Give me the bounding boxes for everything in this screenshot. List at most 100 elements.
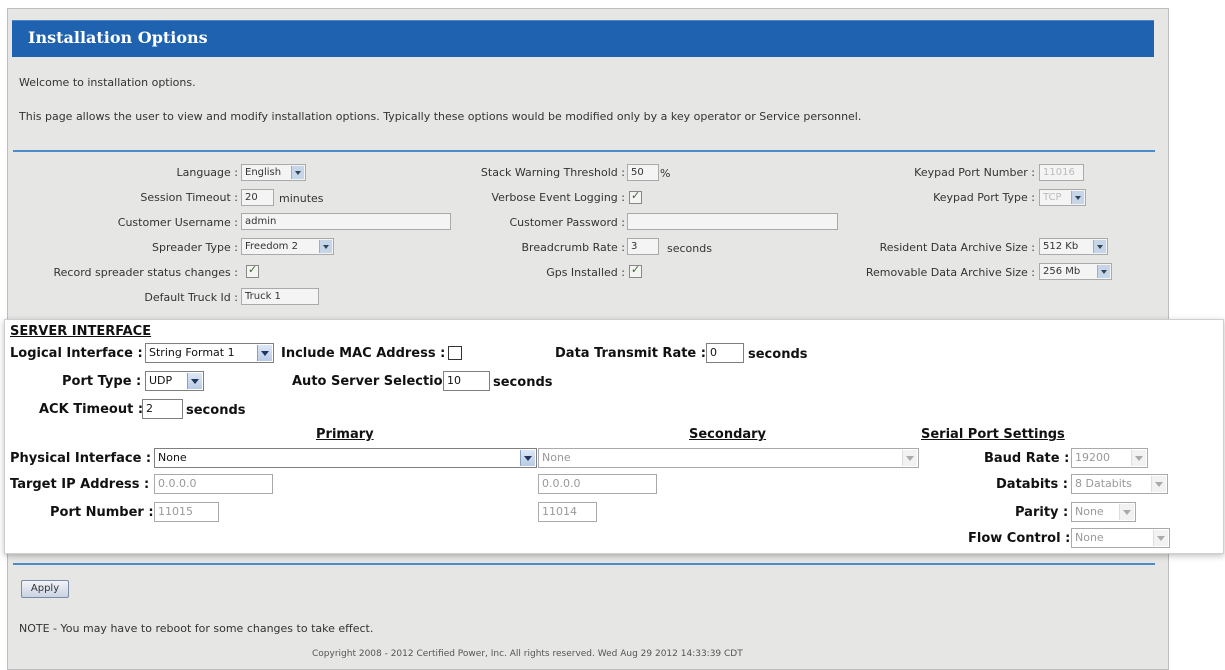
reboot-note: NOTE - You may have to reboot for some c… bbox=[19, 622, 374, 635]
include-mac-checkbox[interactable] bbox=[448, 346, 462, 360]
stack-warning-unit: % bbox=[660, 167, 671, 180]
baud-rate-select[interactable]: 19200 bbox=[1071, 448, 1148, 468]
language-select[interactable]: English bbox=[241, 164, 306, 181]
target-ip-label: Target IP Address : bbox=[10, 477, 150, 492]
server-interface-title: SERVER INTERFACE bbox=[10, 324, 152, 339]
port-type-value: UDP bbox=[149, 374, 173, 387]
language-label: Language : bbox=[176, 166, 239, 179]
server-interface-panel: SERVER INTERFACE Logical Interface : Str… bbox=[4, 319, 1224, 554]
gps-installed-label: Gps Installed : bbox=[546, 266, 625, 279]
physical-interface-secondary-value: None bbox=[542, 451, 571, 464]
include-mac-label: Include MAC Address : bbox=[281, 346, 446, 361]
physical-interface-secondary-select[interactable]: None bbox=[538, 448, 919, 468]
record-spreader-label: Record spreader status changes : bbox=[53, 266, 239, 279]
gps-installed-checkbox[interactable] bbox=[629, 263, 642, 278]
ack-timeout-unit: seconds bbox=[186, 403, 246, 418]
keypad-port-number-label: Keypad Port Number : bbox=[914, 166, 1035, 179]
chevron-down-icon bbox=[1097, 265, 1110, 278]
logical-interface-select[interactable]: String Format 1 bbox=[145, 343, 274, 363]
page-header: Installation Options bbox=[12, 20, 1154, 57]
removable-archive-select[interactable]: 256 Mb bbox=[1039, 263, 1112, 280]
auto-server-selection-input[interactable]: 10 bbox=[443, 371, 490, 391]
spreader-type-label: Spreader Type : bbox=[152, 241, 238, 254]
secondary-heading: Secondary bbox=[689, 427, 767, 442]
breadcrumb-rate-input[interactable]: 3 bbox=[627, 238, 659, 255]
resident-archive-label: Resident Data Archive Size : bbox=[879, 241, 1035, 254]
port-number-label: Port Number : bbox=[50, 505, 154, 520]
chevron-down-icon bbox=[1131, 450, 1146, 466]
data-transmit-rate-label: Data Transmit Rate : bbox=[555, 346, 706, 361]
resident-archive-value: 512 Kb bbox=[1043, 241, 1079, 252]
stack-warning-input[interactable]: 50 bbox=[627, 164, 659, 181]
chevron-down-icon bbox=[902, 450, 917, 466]
record-spreader-checkbox[interactable] bbox=[246, 263, 259, 278]
port-number-primary-input[interactable]: 11015 bbox=[154, 502, 219, 522]
databits-select[interactable]: 8 Databits bbox=[1071, 474, 1168, 494]
logical-interface-label: Logical Interface : bbox=[10, 346, 143, 361]
chevron-down-icon bbox=[1093, 240, 1106, 253]
welcome-text: Welcome to installation options. bbox=[19, 76, 196, 89]
description-text: This page allows the user to view and mo… bbox=[19, 110, 862, 123]
chevron-down-icon bbox=[1119, 504, 1134, 520]
parity-label: Parity : bbox=[1015, 505, 1069, 520]
verbose-logging-checkbox[interactable] bbox=[629, 189, 642, 204]
physical-interface-primary-select[interactable]: None bbox=[154, 448, 537, 468]
breadcrumb-rate-label: Breadcrumb Rate : bbox=[521, 241, 625, 254]
chevron-down-icon bbox=[319, 240, 332, 253]
apply-button[interactable]: Apply bbox=[21, 580, 69, 598]
target-ip-secondary-input[interactable]: 0.0.0.0 bbox=[538, 474, 657, 494]
logical-interface-value: String Format 1 bbox=[149, 346, 235, 359]
ack-timeout-input[interactable]: 2 bbox=[142, 399, 183, 419]
port-type-label: Port Type : bbox=[62, 374, 142, 389]
session-timeout-input[interactable]: 20 bbox=[241, 189, 274, 206]
resident-archive-select[interactable]: 512 Kb bbox=[1039, 238, 1108, 255]
primary-heading: Primary bbox=[316, 427, 374, 442]
breadcrumb-rate-unit: seconds bbox=[667, 242, 712, 255]
language-value: English bbox=[245, 167, 282, 178]
flow-control-select[interactable]: None bbox=[1071, 528, 1170, 548]
session-timeout-unit: minutes bbox=[279, 192, 324, 205]
ack-timeout-label: ACK Timeout : bbox=[39, 402, 144, 417]
physical-interface-primary-value: None bbox=[158, 451, 187, 464]
chevron-down-icon bbox=[1153, 530, 1168, 546]
parity-select[interactable]: None bbox=[1071, 502, 1136, 522]
customer-password-label: Customer Password : bbox=[509, 216, 625, 229]
chevron-down-icon bbox=[291, 166, 304, 179]
keypad-port-type-value: TCP bbox=[1043, 192, 1062, 203]
databits-label: Databits : bbox=[996, 477, 1068, 492]
default-truck-id-input[interactable]: Truck 1 bbox=[241, 288, 319, 305]
session-timeout-label: Session Timeout : bbox=[140, 191, 238, 204]
customer-username-input[interactable]: admin bbox=[241, 213, 451, 230]
chevron-down-icon bbox=[257, 345, 272, 361]
physical-interface-label: Physical Interface : bbox=[10, 451, 152, 466]
target-ip-primary-input[interactable]: 0.0.0.0 bbox=[154, 474, 273, 494]
serial-port-settings-heading: Serial Port Settings bbox=[921, 427, 1065, 442]
data-transmit-rate-input[interactable]: 0 bbox=[706, 343, 744, 363]
stack-warning-label: Stack Warning Threshold : bbox=[480, 166, 625, 179]
keypad-port-number-input[interactable]: 11016 bbox=[1039, 164, 1084, 181]
parity-value: None bbox=[1075, 505, 1104, 518]
chevron-down-icon bbox=[520, 450, 535, 466]
data-transmit-rate-unit: seconds bbox=[748, 347, 808, 362]
baud-rate-label: Baud Rate : bbox=[984, 451, 1070, 466]
keypad-port-type-select[interactable]: TCP bbox=[1039, 189, 1086, 206]
port-type-select[interactable]: UDP bbox=[145, 371, 204, 391]
spreader-type-select[interactable]: Freedom 2 bbox=[241, 238, 334, 255]
chevron-down-icon bbox=[1151, 476, 1166, 492]
chevron-down-icon bbox=[1071, 191, 1084, 204]
chevron-down-icon bbox=[187, 373, 202, 389]
auto-server-selection-label: Auto Server Selection : bbox=[292, 374, 462, 389]
databits-value: 8 Databits bbox=[1075, 477, 1132, 490]
port-number-secondary-input[interactable]: 11014 bbox=[538, 502, 597, 522]
verbose-logging-label: Verbose Event Logging : bbox=[491, 191, 625, 204]
divider-top bbox=[13, 150, 1155, 152]
customer-password-input[interactable] bbox=[627, 213, 838, 230]
default-truck-id-label: Default Truck Id : bbox=[144, 291, 238, 304]
flow-control-label: Flow Control : bbox=[968, 531, 1071, 546]
auto-server-selection-unit: seconds bbox=[493, 375, 553, 390]
footer-copyright: Copyright 2008 - 2012 Certified Power, I… bbox=[312, 649, 743, 659]
page-title: Installation Options bbox=[28, 28, 208, 47]
customer-username-label: Customer Username : bbox=[117, 216, 238, 229]
removable-archive-value: 256 Mb bbox=[1043, 266, 1081, 277]
baud-rate-value: 19200 bbox=[1075, 451, 1110, 464]
